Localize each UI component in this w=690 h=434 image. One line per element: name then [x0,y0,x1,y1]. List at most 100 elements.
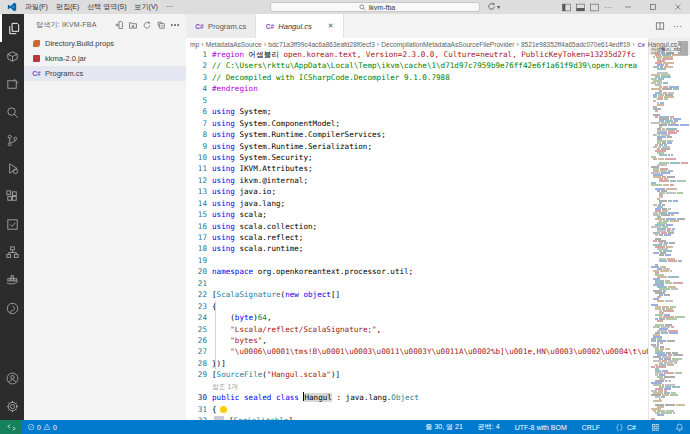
remote-indicator[interactable] [0,420,22,434]
editor-more-icon[interactable]: ··· [673,21,682,31]
menu-0[interactable]: 파일(F) [21,0,52,14]
line-number: 18 [186,243,207,254]
status-item-C#[interactable]: C# [615,423,636,432]
layout-sidebar-right-icon[interactable] [587,0,601,14]
code-editor[interactable]: 1#region 어셈블리 open.korean.text, Version=… [186,49,648,420]
code-line-13: 13using java.io; [186,186,648,197]
more-icon[interactable] [170,16,180,34]
breadcrumb-item[interactable]: mp [190,41,199,48]
codelens[interactable]: 참조 1개 [186,381,648,393]
line-number: 28 [186,358,207,369]
line-number: 24 [186,312,207,323]
search-icon[interactable] [0,98,24,126]
file-label: kkma-2.0.jar [45,54,86,63]
layout-control[interactable]: ▾ [487,2,500,11]
breadcrumb-separator: › [264,41,267,49]
command-center[interactable]: ikvm-fba [270,2,480,12]
settings-icon[interactable] [0,392,24,420]
file-item-Directory.Build.props[interactable]: Directory.Build.props [24,36,186,51]
menu-1[interactable]: 편집(E) [52,0,83,14]
org-chart-icon[interactable] [0,238,24,266]
tab-bar: C#Program.csC#Hangul.cs✕ ··· [186,14,690,38]
explorer-icon[interactable] [0,14,24,42]
code-line-20: 20namespace org.openkoreantext.processor… [186,266,648,277]
error-count: 0 [37,424,41,431]
split-editor-icon[interactable] [655,21,665,31]
editor-scrollbar[interactable] [684,38,690,420]
breadcrumb-separator: › [679,41,682,49]
code-line-28: 28})] [186,358,648,369]
new-file-icon[interactable] [114,16,124,34]
maximize-button[interactable] [640,0,665,14]
tab-Program.cs[interactable]: C#Program.cs [186,14,256,38]
code-line-24: 24 (byte)64, [186,312,648,323]
line-number: 30 [186,392,207,403]
warning-count: 0 [53,424,57,431]
breadcrumb-item[interactable]: 8521e98352ff4a65adc070e614edff19 [521,41,630,48]
layout-more-icon[interactable]: ··· [601,0,615,14]
refresh-icon[interactable] [142,16,152,34]
menu-bar: 파일(F)편집(E)선택 영역(S)보기(V)··· [21,0,177,14]
line-number: 17 [186,232,207,243]
code-line-10: 10using System.Security; [186,152,648,163]
csharp-file-icon: C# [32,69,41,78]
line-number: 2 [186,60,207,71]
line-number: 3 [186,72,207,83]
line-number: 11 [186,163,207,174]
tab-close-icon[interactable]: ✕ [328,22,334,30]
indent-guide [215,301,216,370]
minimize-button[interactable] [615,0,640,14]
docker-icon[interactable] [0,266,24,294]
breadcrumb-file[interactable]: C#Hangul.cs [637,40,677,49]
code-line-29: 29[SourceFile("Hangul.scala")] [186,369,648,380]
menu-2[interactable]: 선택 영역(S) [83,0,130,14]
account-icon[interactable] [0,364,24,392]
lightbulb-icon[interactable] [220,406,227,413]
file-item-Program.cs[interactable]: C# Program.cs [24,66,186,81]
remote-explorer-icon[interactable] [0,70,24,98]
run-debug-icon[interactable] [0,154,24,182]
code-line-18: 18using scala.runtime; [186,243,648,254]
breadcrumb-item[interactable]: MetadataAsSource [206,41,262,48]
search-icon [359,4,366,11]
explorer-actions [114,16,186,34]
refresh-icon [487,2,496,11]
file-list: Directory.Build.props kkma-2.0.jar C# Progr… [24,36,186,81]
source-control-icon[interactable] [0,126,24,154]
explorer-sidebar: 탐색기: IKVM-FBA Directory.Build.propskkma-… [24,14,186,420]
title-bar: 파일(F)편집(E)선택 영역(S)보기(V)··· ikvm-fba ▾ ··… [0,0,690,14]
github-icon[interactable] [0,294,24,322]
line-number: 7 [186,118,207,129]
new-folder-icon[interactable] [128,16,138,34]
status-item-bell[interactable] [675,423,684,432]
breadcrumb-item[interactable]: bdc71a3ff99c4ac6a863eafd28f0ecf3 [268,41,375,48]
layout-sidebar-left-icon[interactable] [559,0,573,14]
code-line-30: 30public sealed class Hangul : java.lang… [186,392,648,403]
status-item-줄 30, 열 21[interactable]: 줄 30, 열 21 [425,422,462,432]
line-number: 12 [186,175,207,186]
file-item-kkma-2.0.jar[interactable]: kkma-2.0.jar [24,51,186,66]
line-number: 20 [186,266,207,277]
file-label: Program.cs [45,69,83,78]
status-bar: 0 0 줄 30, 열 21공백: 4UTF-8 with BOMCRLFC# [0,420,690,434]
collapse-all-icon[interactable] [156,16,166,34]
status-item-feedback[interactable] [651,423,660,432]
extensions-icon[interactable] [0,182,24,210]
line-number: 26 [186,335,207,346]
tab-Hangul.cs[interactable]: C#Hangul.cs✕ [256,14,343,38]
layout-panel-icon[interactable] [573,0,587,14]
menu-3[interactable]: 보기(V) [131,0,162,14]
problems-status[interactable]: 0 0 [27,423,57,431]
menu-4[interactable]: ··· [162,0,177,14]
breadcrumb[interactable]: mp›MetadataAsSource›bdc71a3ff99c4ac6a863… [186,38,690,51]
status-item-공백: 4[interactable]: 공백: 4 [478,422,500,432]
test-icon[interactable] [0,210,24,238]
code-line-19: 19 [186,255,648,266]
status-item-UTF-8 with BOM[interactable]: UTF-8 with BOM [515,424,567,431]
status-item-CRLF[interactable]: CRLF [582,424,600,431]
package-icon[interactable] [0,42,24,70]
breadcrumb-separator: › [632,41,635,49]
breadcrumb-item[interactable]: DecompilationMetadataAsSourceFileProvide… [381,41,514,48]
close-button[interactable] [665,0,690,14]
csharp-file-icon: C# [195,22,204,31]
